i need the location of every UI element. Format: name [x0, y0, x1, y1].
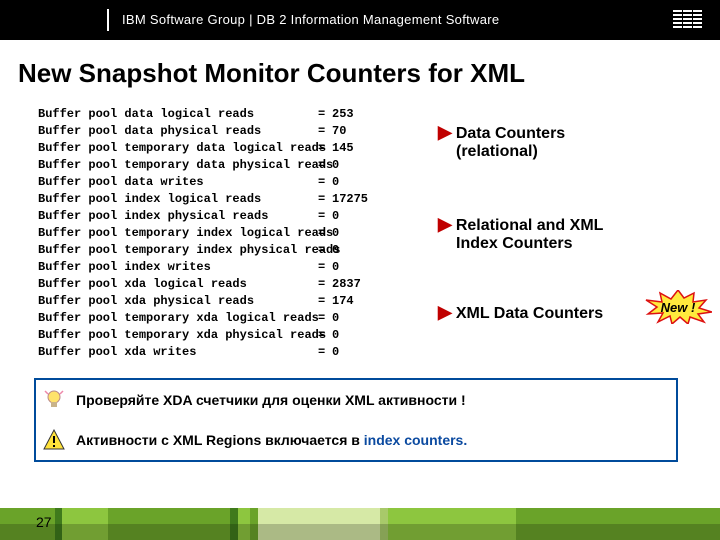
counter-value: 0 [332, 226, 339, 240]
counter-name: Buffer pool data logical reads [38, 106, 318, 123]
ibm-logo [673, 10, 702, 30]
counter-value: 253 [332, 107, 354, 121]
counter-name: Buffer pool index logical reads [38, 191, 318, 208]
counter-value: 0 [332, 158, 339, 172]
counter-row: Buffer pool temporary data physical read… [38, 157, 368, 174]
new-burst: New ! [644, 290, 712, 324]
counter-value: 0 [332, 311, 339, 325]
arrow-icon: ▶ [438, 122, 452, 142]
counter-value: 0 [332, 345, 339, 359]
counter-row: Buffer pool xda logical reads= 2837 [38, 276, 368, 293]
counter-name: Buffer pool xda physical reads [38, 293, 318, 310]
lightbulb-icon [42, 388, 66, 412]
counter-row: Buffer pool xda physical reads= 174 [38, 293, 368, 310]
counter-row: Buffer pool data physical reads= 70 [38, 123, 368, 140]
counter-row: Buffer pool index writes= 0 [38, 259, 368, 276]
counter-value: 0 [332, 209, 339, 223]
counter-value: 0 [332, 260, 339, 274]
counter-name: Buffer pool data physical reads [38, 123, 318, 140]
arrow-icon: ▶ [438, 302, 452, 322]
counter-row: Buffer pool index logical reads= 17275 [38, 191, 368, 208]
new-label: New ! [661, 300, 696, 315]
counter-name: Buffer pool data writes [38, 174, 318, 191]
footer: 27 [0, 500, 720, 540]
counter-value: 174 [332, 294, 354, 308]
arrow-icon: ▶ [438, 214, 452, 234]
counter-row: Buffer pool temporary data logical reads… [38, 140, 368, 157]
note-row: Активности с XML Regions включается в in… [36, 420, 676, 460]
counter-row: Buffer pool index physical reads= 0 [38, 208, 368, 225]
notes-box: Проверяйте XDA счетчики для оценки XML а… [34, 378, 678, 462]
slide: IBM Software Group | DB 2 Information Ma… [0, 0, 720, 540]
counter-row: Buffer pool data logical reads= 253 [38, 106, 368, 123]
counter-name: Buffer pool index physical reads [38, 208, 318, 225]
counter-name: Buffer pool temporary xda logical reads [38, 310, 318, 327]
counter-name: Buffer pool temporary index physical rea… [38, 242, 318, 259]
header-text: IBM Software Group | DB 2 Information Ma… [122, 12, 499, 27]
counter-value: 70 [332, 124, 346, 138]
counter-list: Buffer pool data logical reads= 253Buffe… [38, 106, 368, 361]
note-text: Проверяйте XDA счетчики для оценки XML а… [76, 392, 466, 408]
page-title: New Snapshot Monitor Counters for XML [18, 58, 720, 89]
note-text: Активности с XML Regions включается в in… [76, 432, 467, 448]
annot-xml-counters: ▶XML Data Counters [438, 302, 603, 323]
counter-value: 0 [332, 175, 339, 189]
warning-icon [42, 428, 66, 452]
counter-row: Buffer pool temporary index logical read… [38, 225, 368, 242]
counter-name: Buffer pool temporary data physical read… [38, 157, 318, 174]
counter-name: Buffer pool index writes [38, 259, 318, 276]
counter-row: Buffer pool xda writes= 0 [38, 344, 368, 361]
counter-name: Buffer pool temporary index logical read… [38, 225, 318, 242]
counter-row: Buffer pool temporary index physical rea… [38, 242, 368, 259]
counter-name: Buffer pool temporary xda physical reads [38, 327, 318, 344]
header-bar: IBM Software Group | DB 2 Information Ma… [0, 0, 720, 40]
counter-value: 0 [332, 328, 339, 342]
counter-row: Buffer pool temporary xda physical reads… [38, 327, 368, 344]
page-number: 27 [36, 514, 52, 530]
counter-value: 0 [332, 243, 339, 257]
annot-index-counters: ▶Relational and XML Index Counters [438, 214, 603, 253]
counter-row: Buffer pool temporary xda logical reads=… [38, 310, 368, 327]
counter-row: Buffer pool data writes= 0 [38, 174, 368, 191]
counter-name: Buffer pool xda logical reads [38, 276, 318, 293]
note-row: Проверяйте XDA счетчики для оценки XML а… [36, 380, 676, 420]
index-counters-link[interactable]: index counters. [364, 432, 467, 448]
header-divider [107, 9, 109, 31]
counter-value: 17275 [332, 192, 368, 206]
counter-value: 2837 [332, 277, 361, 291]
counter-name: Buffer pool xda writes [38, 344, 318, 361]
annot-data-counters: ▶Data Counters (relational) [438, 122, 565, 161]
counter-name: Buffer pool temporary data logical reads [38, 140, 318, 157]
counter-value: 145 [332, 141, 354, 155]
